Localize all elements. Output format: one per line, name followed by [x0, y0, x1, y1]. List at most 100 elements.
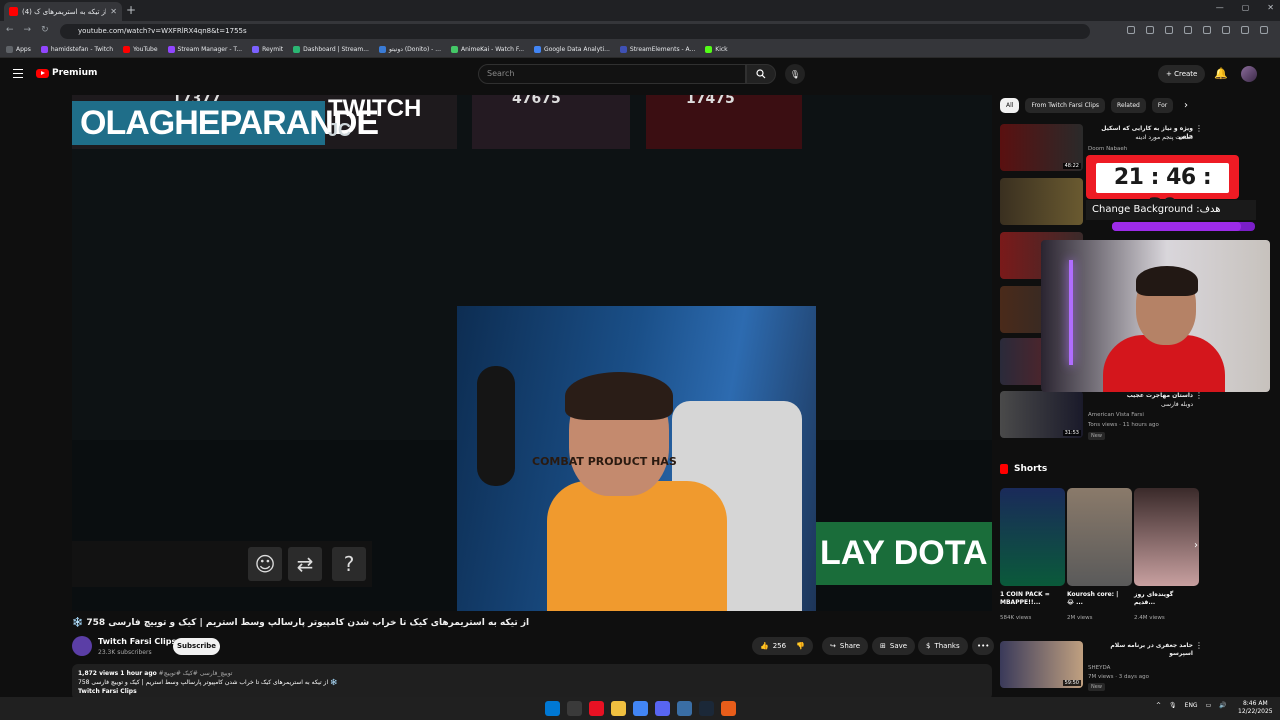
chip-from-channel[interactable]: From Twitch Farsi Clips — [1025, 98, 1106, 113]
discord-icon[interactable] — [655, 701, 670, 716]
subscribe-button[interactable]: Subscribe — [173, 638, 220, 655]
goal-progress-bar — [1112, 222, 1255, 231]
system-clock[interactable]: 8:46 AM 12/22/2025 — [1238, 700, 1273, 716]
close-tab-icon[interactable]: ✕ — [110, 7, 117, 16]
short-thumb-2[interactable] — [1067, 488, 1132, 586]
description-box[interactable]: 1,872 views 1 hour ago #توییچ_فارسی #کیک… — [72, 664, 992, 700]
more-actions-icon[interactable]: ••• — [972, 637, 995, 655]
create-button[interactable]: + Create — [1158, 65, 1206, 83]
forward-icon[interactable]: → — [24, 25, 32, 35]
back-icon[interactable]: ← — [6, 25, 14, 35]
rec-duration-7: 59:50 — [1062, 680, 1081, 686]
bookmark-dashboard[interactable]: Dashboard | Stream... — [293, 46, 369, 53]
bookmark-streamelements[interactable]: StreamElements - A... — [619, 46, 695, 53]
bookmark-kick[interactable]: Kick — [705, 46, 728, 53]
hamburger-menu-icon[interactable] — [13, 69, 23, 78]
short-title-2[interactable]: Kourosh core: | 😂 ... — [1067, 591, 1122, 607]
rec-duration-1: 48:22 — [1062, 163, 1081, 169]
shorts-logo-icon — [1000, 464, 1008, 474]
short-title-3[interactable]: گوینده‌ای روز قدیم... — [1134, 591, 1189, 607]
start-icon[interactable] — [545, 701, 560, 716]
bookmark-twitch[interactable]: hamidstefan - Twitch — [40, 46, 113, 53]
notifications-bell-icon[interactable]: 🔔 — [1214, 67, 1228, 80]
chevron-right-icon[interactable]: › — [1184, 100, 1188, 111]
bookmark-reymit[interactable]: Reymit — [252, 46, 283, 53]
menu-icon[interactable] — [1260, 26, 1268, 34]
chip-related[interactable]: Related — [1111, 98, 1146, 113]
rec-channel-7: SHEYDA — [1088, 665, 1111, 671]
nav-buttons: ← → ↻ — [6, 25, 49, 35]
obs-icon[interactable] — [721, 701, 736, 716]
file-explorer-icon[interactable] — [611, 701, 626, 716]
chip-for-you[interactable]: For — [1151, 98, 1174, 113]
chip-all[interactable]: All — [1000, 98, 1020, 113]
rec-menu-icon-6[interactable]: ⋮ — [1195, 391, 1203, 400]
sidepanel-icon[interactable] — [1222, 26, 1230, 34]
maximize-icon[interactable]: ▢ — [1242, 3, 1250, 12]
taskbar-apps — [545, 701, 736, 716]
rec-title-6[interactable]: داستان مهاجرت عجیب — [1088, 392, 1193, 400]
bookmark-google-data[interactable]: Google Data Analyti... — [534, 46, 610, 53]
chrome-icon[interactable] — [633, 701, 648, 716]
minimize-icon[interactable]: — — [1216, 3, 1224, 12]
short-thumb-3[interactable] — [1134, 488, 1199, 586]
hide-icon[interactable] — [1146, 26, 1154, 34]
app-blue-icon[interactable] — [677, 701, 692, 716]
puzzle-icon[interactable] — [1203, 26, 1211, 34]
search-button[interactable] — [746, 64, 776, 84]
streamer-person — [547, 372, 727, 611]
short-thumb-1[interactable] — [1000, 488, 1065, 586]
account-avatar[interactable] — [1241, 66, 1257, 82]
cast-icon[interactable] — [1127, 26, 1135, 34]
star-icon[interactable] — [1165, 26, 1173, 34]
search-taskbar-icon[interactable] — [567, 701, 582, 716]
profile-icon[interactable] — [1241, 26, 1249, 34]
voice-search-icon[interactable]: 🎙 — [785, 64, 805, 84]
thanks-button[interactable]: $ Thanks — [918, 637, 968, 655]
app-red-icon[interactable] — [589, 701, 604, 716]
network-icon[interactable]: ▭ — [1206, 702, 1212, 709]
like-icon[interactable]: 👍 — [760, 637, 769, 655]
thanks-label: Thanks — [934, 642, 960, 650]
share-icon: ↪ — [830, 642, 836, 650]
rec-thumb-1[interactable]: 48:22 — [1000, 124, 1083, 171]
short-views-1: 584K views — [1000, 615, 1032, 621]
steam-icon[interactable] — [699, 701, 714, 716]
address-bar[interactable]: youtube.com/watch?v=WXFRlRX4qn8&t=1755s — [60, 24, 1090, 39]
channel-avatar[interactable] — [72, 636, 92, 656]
share-button[interactable]: ↪ Share — [822, 637, 869, 655]
rec-menu-icon-1[interactable]: ⋮ — [1195, 124, 1203, 133]
rec-title-7[interactable]: حامد جعفری در برنامه سلام اسپرسو — [1088, 642, 1193, 658]
save-label: Save — [889, 642, 908, 650]
browser-tab[interactable]: (4) از تیکه به استریمرهای ک... ✕ — [4, 2, 122, 21]
bookmark-donito[interactable]: دونیتو (Donito) - ... — [378, 46, 441, 53]
close-window-icon[interactable]: ✕ — [1267, 3, 1274, 12]
dislike-icon[interactable]: 👎 — [796, 637, 805, 655]
bookmark-youtube[interactable]: YouTube — [123, 46, 158, 53]
bookmark-apps[interactable]: Apps — [6, 46, 31, 53]
extension-icon[interactable] — [1184, 26, 1192, 34]
search-input[interactable]: Search — [478, 64, 746, 84]
rec-thumb-6[interactable]: 31:53 — [1000, 391, 1083, 438]
youtube-header: Premium Search 🎙 + Create 🔔 — [0, 59, 1280, 91]
overlay-jc-text: JC — [328, 120, 352, 140]
rec-menu-icon-7[interactable]: ⋮ — [1195, 641, 1203, 650]
microphone — [477, 366, 515, 486]
new-tab-button[interactable]: + — [126, 3, 136, 17]
mic-tray-icon[interactable]: 🎙 — [1169, 702, 1177, 709]
save-button[interactable]: ⊞ Save — [872, 637, 916, 655]
video-player[interactable]: 17377 47675 17475 OLAGHEPARANDE TWITCH J… — [72, 95, 992, 611]
bookmark-animekai[interactable]: AnimeKai - Watch F... — [450, 46, 524, 53]
rec-thumb-2[interactable] — [1000, 178, 1083, 225]
volume-icon[interactable]: 🔊 — [1219, 702, 1226, 709]
language-indicator[interactable]: ENG — [1185, 702, 1198, 709]
bookmark-stream-manager[interactable]: Stream Manager - T... — [167, 46, 242, 53]
shorts-next-icon[interactable]: › — [1194, 540, 1198, 551]
channel-name[interactable]: Twitch Farsi Clips — [98, 637, 176, 646]
youtube-logo[interactable]: Premium — [36, 68, 97, 78]
reload-icon[interactable]: ↻ — [41, 25, 49, 35]
share-label: Share — [839, 642, 861, 650]
short-title-1[interactable]: 1 COIN PACK = MBAPPE!!... — [1000, 591, 1055, 607]
rec-thumb-7[interactable]: 59:50 — [1000, 641, 1083, 688]
tray-chevron-icon[interactable]: ^ — [1156, 702, 1161, 709]
